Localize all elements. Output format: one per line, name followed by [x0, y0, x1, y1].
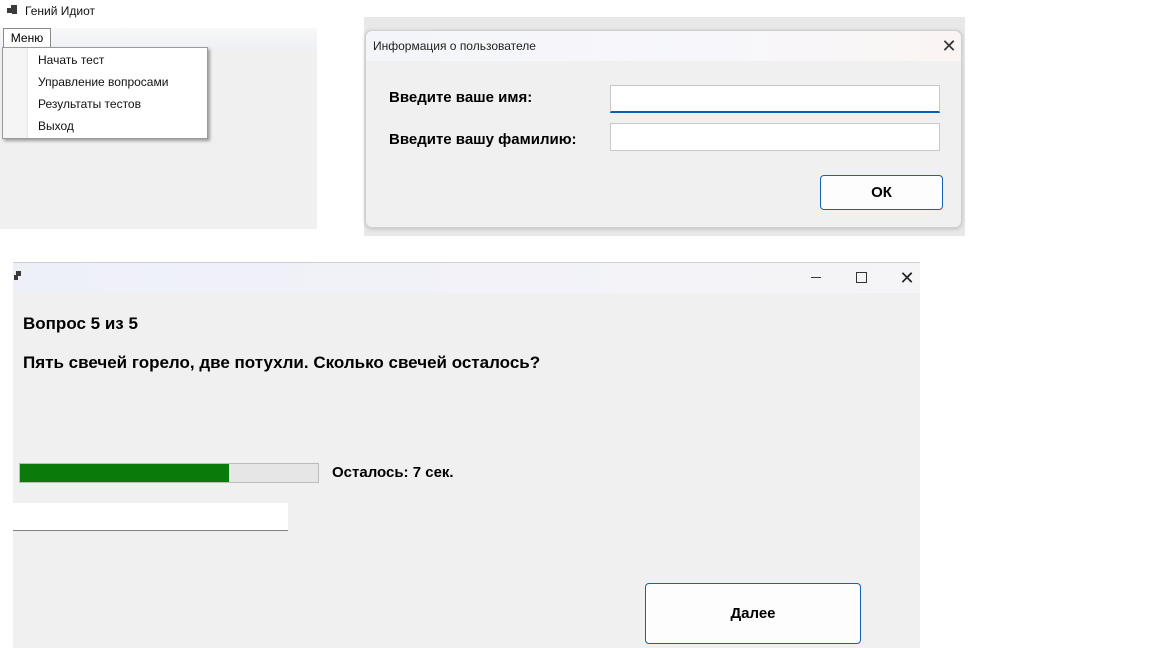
ok-button[interactable]: ОК	[820, 175, 943, 210]
menu-item-test-results[interactable]: Результаты тестов	[38, 97, 141, 111]
menu-item-start-test[interactable]: Начать тест	[38, 53, 104, 67]
main-window-title: Гений Идиот	[25, 4, 95, 18]
first-name-label: Введите ваше имя:	[389, 89, 533, 106]
question-number: Вопрос 5 из 5	[23, 314, 138, 333]
minimize-icon[interactable]	[804, 268, 828, 288]
last-name-input[interactable]	[610, 123, 940, 151]
question-text: Пять свечей горело, две потухли. Сколько…	[23, 353, 541, 372]
first-name-input[interactable]	[610, 85, 940, 113]
quiz-titlebar: ✕	[13, 262, 920, 293]
app-icon	[14, 271, 26, 281]
dialog-title: Информация о пользователе	[373, 39, 536, 53]
menu-gutter	[3, 48, 28, 138]
menu-item-manage-questions[interactable]: Управление вопросами	[38, 75, 168, 89]
main-window: Гений Идиот Меню Начать тест Управление …	[0, 0, 317, 229]
menu-button[interactable]: Меню	[3, 28, 51, 48]
menu-dropdown: Начать тест Управление вопросами Результ…	[2, 47, 208, 139]
dialog-titlebar: Информация о пользователе ✕	[366, 31, 961, 61]
timer-progress-bar	[19, 463, 319, 483]
answer-input[interactable]	[13, 503, 288, 531]
close-icon[interactable]: ✕	[895, 268, 919, 288]
last-name-label: Введите вашу фамилию:	[389, 131, 577, 148]
quiz-window: ✕ Вопрос 5 из 5 Пять свечей горело, две …	[13, 262, 920, 648]
menu-item-exit[interactable]: Выход	[38, 119, 74, 133]
timer-label: Осталось: 7 сек.	[332, 464, 454, 481]
main-window-titlebar: Гений Идиот	[0, 0, 317, 28]
next-button[interactable]: Далее	[645, 583, 861, 644]
user-info-dialog: Информация о пользователе ✕ Введите ваше…	[365, 30, 962, 228]
close-icon[interactable]: ✕	[939, 36, 959, 56]
user-info-dialog-window: Информация о пользователе ✕ Введите ваше…	[364, 17, 965, 236]
maximize-icon[interactable]	[849, 268, 873, 288]
app-icon	[7, 5, 19, 15]
timer-progress-fill	[20, 464, 229, 482]
